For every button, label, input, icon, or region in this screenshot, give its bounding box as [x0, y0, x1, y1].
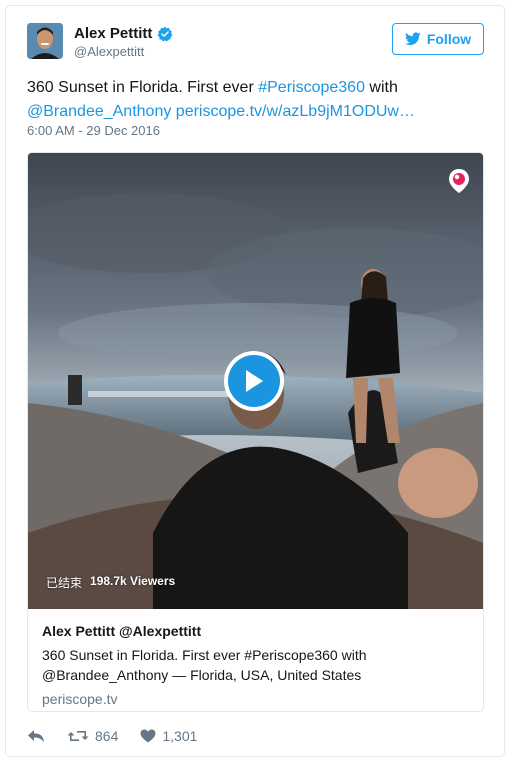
verified-badge-icon	[158, 26, 173, 41]
retweet-icon	[67, 731, 89, 741]
tweet-text-part: 360 Sunset in Florida. First ever	[27, 79, 259, 96]
url-link[interactable]: periscope.tv/w/azLb9jM1ODUw…	[171, 103, 415, 120]
author-name-row[interactable]: Alex Pettitt	[74, 25, 173, 42]
tweet-text: 360 Sunset in Florida. First ever #Peris…	[27, 76, 487, 124]
reply-button[interactable]	[27, 729, 45, 743]
media-card[interactable]: 已结束 198.7k Viewers Alex Pettitt @Alexpet…	[27, 152, 484, 712]
mention-link[interactable]: @Brandee_Anthony	[27, 103, 171, 120]
card-title: Alex Pettitt @Alexpettitt	[42, 623, 202, 639]
card-description: 360 Sunset in Florida. First ever #Peris…	[42, 645, 469, 685]
card-description-line: @Brandee_Anthony — Florida, USA, United …	[42, 667, 362, 683]
avatar[interactable]	[27, 23, 63, 59]
viewer-info: 已结束 198.7k Viewers	[46, 574, 175, 591]
hashtag-link[interactable]: #Periscope360	[258, 79, 365, 96]
tweet-actions: 864 1,301	[27, 728, 219, 744]
play-icon	[246, 370, 263, 392]
card-domain: periscope.tv	[42, 691, 118, 707]
play-button-inner	[228, 355, 280, 407]
like-count: 1,301	[162, 728, 198, 744]
tweet-card: Alex Pettitt @Alexpettitt Follow 360 Sun…	[5, 5, 505, 757]
author-handle[interactable]: @Alexpettitt	[74, 44, 144, 59]
tweet-timestamp[interactable]: 6:00 AM - 29 Dec 2016	[27, 123, 160, 138]
heart-icon	[140, 729, 156, 743]
card-body[interactable]: Alex Pettitt @Alexpettitt 360 Sunset in …	[28, 609, 483, 711]
follow-button[interactable]: Follow	[392, 23, 484, 55]
retweet-button[interactable]: 864	[67, 728, 118, 744]
viewer-count: 198.7k Viewers	[90, 574, 176, 588]
reply-icon	[28, 730, 44, 742]
avatar-icon	[27, 23, 63, 59]
author-name[interactable]: Alex Pettitt	[74, 25, 152, 42]
card-description-line: 360 Sunset in Florida. First ever #Peris…	[42, 647, 367, 663]
bird-icon	[404, 32, 421, 46]
follow-label: Follow	[426, 31, 472, 47]
play-button[interactable]	[224, 351, 284, 411]
retweet-count: 864	[95, 728, 119, 744]
periscope-icon	[449, 169, 469, 193]
video-media[interactable]: 已结束 198.7k Viewers	[28, 153, 483, 609]
tweet-text-part: with	[364, 79, 398, 96]
broadcast-status: 已结束	[46, 576, 83, 590]
like-button[interactable]: 1,301	[140, 728, 197, 744]
